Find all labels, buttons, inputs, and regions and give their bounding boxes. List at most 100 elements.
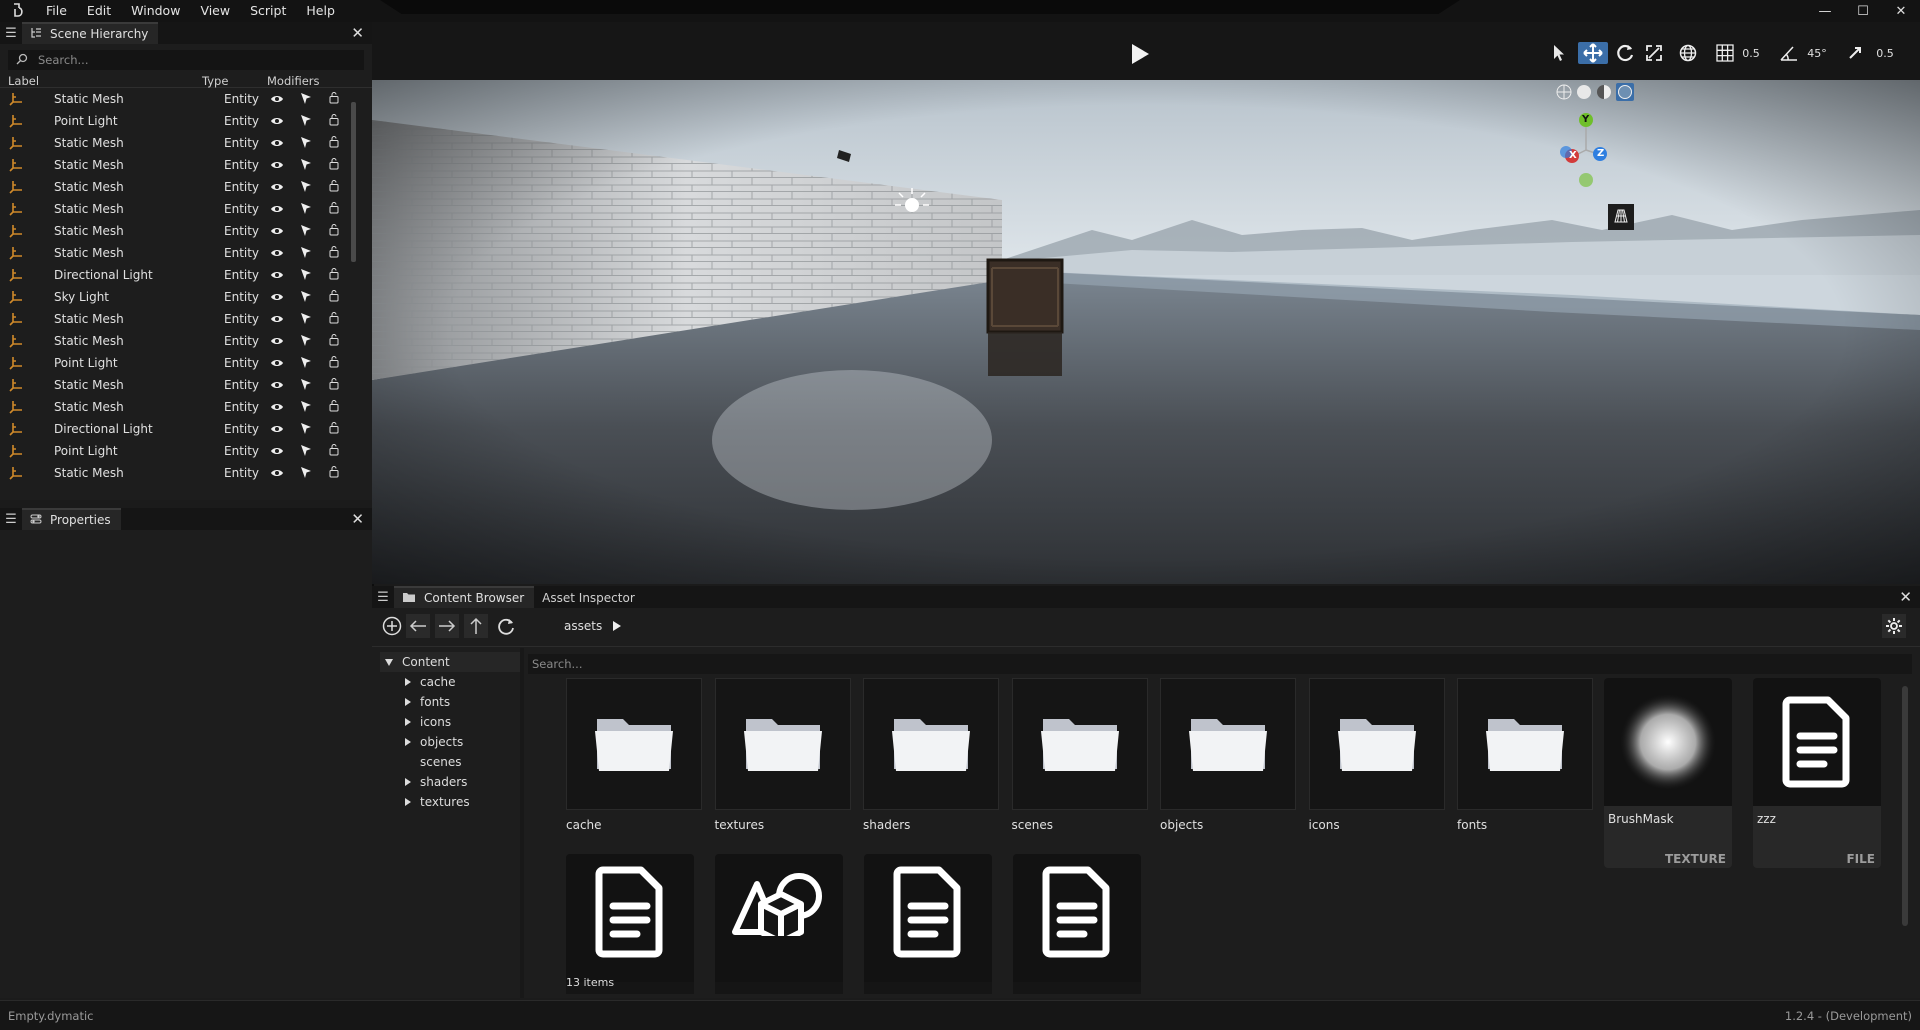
tab-scene-hierarchy[interactable]: Scene Hierarchy	[22, 22, 159, 44]
refresh-icon[interactable]	[494, 614, 518, 638]
maximize-icon[interactable]: ☐	[1844, 0, 1882, 22]
tree-item-objects[interactable]: objects	[380, 732, 520, 752]
hierarchy-row[interactable]: Static Mesh Entity	[0, 198, 372, 220]
close-panel-icon[interactable]: ✕	[1899, 588, 1912, 606]
tree-item-icons[interactable]: icons	[380, 712, 520, 732]
tab-content-browser[interactable]: Content Browser	[394, 586, 535, 608]
lock-icon[interactable]	[329, 311, 339, 327]
lock-icon[interactable]	[329, 377, 339, 393]
tree-item-scenes[interactable]: scenes	[380, 752, 520, 772]
hierarchy-row[interactable]: Static Mesh Entity	[0, 88, 372, 110]
visibility-eye-icon[interactable]	[270, 423, 284, 437]
menu-edit[interactable]: Edit	[77, 0, 121, 22]
settings-gear-icon[interactable]	[1882, 614, 1906, 638]
column-label[interactable]: Label	[8, 74, 39, 88]
snap-scale-value[interactable]: 0.5	[1870, 42, 1900, 64]
wireframe-shading-icon[interactable]	[1556, 84, 1572, 103]
lock-icon[interactable]	[329, 421, 339, 437]
hierarchy-row[interactable]: Static Mesh Entity	[0, 242, 372, 264]
visibility-eye-icon[interactable]	[270, 467, 284, 480]
play-button[interactable]	[1129, 42, 1151, 69]
visibility-eye-icon[interactable]	[270, 93, 284, 107]
up-directory-icon[interactable]	[464, 614, 488, 638]
breadcrumb-assets[interactable]: assets	[564, 619, 602, 633]
tree-splitter[interactable]	[520, 648, 524, 998]
breadcrumb-chevron-icon[interactable]	[612, 620, 622, 635]
close-icon[interactable]: ✕	[1882, 0, 1920, 22]
folder-card-icons[interactable]: icons	[1308, 678, 1445, 832]
hierarchy-row[interactable]: Static Mesh Entity	[0, 220, 372, 242]
rendered-shading-icon[interactable]	[1616, 83, 1634, 101]
visibility-eye-icon[interactable]	[270, 203, 284, 217]
selectable-cursor-icon[interactable]	[300, 378, 312, 394]
selectable-cursor-icon[interactable]	[300, 92, 312, 108]
lock-icon[interactable]	[329, 179, 339, 195]
asset-card[interactable]	[566, 854, 694, 994]
selectable-cursor-icon[interactable]	[300, 202, 312, 218]
expand-arrow-icon[interactable]	[404, 677, 412, 687]
expand-arrow-icon[interactable]	[404, 777, 412, 787]
panel-menu-icon[interactable]: ☰	[0, 26, 22, 41]
visibility-eye-icon[interactable]	[270, 335, 284, 349]
menu-script[interactable]: Script	[240, 0, 296, 22]
folder-card-objects[interactable]: objects	[1160, 678, 1296, 832]
visibility-eye-icon[interactable]	[270, 379, 284, 393]
tree-item-textures[interactable]: textures	[380, 792, 520, 812]
content-search-input[interactable]: Search...	[528, 654, 1912, 674]
scale-tool-icon[interactable]	[1642, 42, 1666, 64]
hierarchy-row[interactable]: Static Mesh Entity	[0, 396, 372, 418]
expand-arrow-icon[interactable]	[404, 717, 412, 727]
lock-icon[interactable]	[329, 223, 339, 239]
selectable-cursor-icon[interactable]	[300, 114, 312, 130]
visibility-eye-icon[interactable]	[270, 269, 284, 283]
tree-item-cache[interactable]: cache	[380, 672, 520, 692]
selectable-cursor-icon[interactable]	[300, 268, 312, 284]
expand-arrow-icon[interactable]	[404, 737, 412, 747]
panel-menu-icon[interactable]: ☰	[0, 512, 22, 527]
folder-card-textures[interactable]: textures	[714, 678, 851, 832]
hierarchy-scrollbar[interactable]	[351, 102, 356, 262]
close-panel-icon[interactable]: ✕	[351, 510, 364, 528]
selectable-cursor-icon[interactable]	[300, 290, 312, 306]
selectable-cursor-icon[interactable]	[300, 444, 312, 460]
add-asset-button[interactable]	[380, 614, 404, 638]
snap-translate-value[interactable]: 0.5	[1738, 42, 1764, 64]
lock-icon[interactable]	[329, 443, 339, 459]
lock-icon[interactable]	[329, 399, 339, 415]
lock-icon[interactable]	[329, 333, 339, 349]
asset-card-BrushMask[interactable]: BrushMask TEXTURE	[1604, 678, 1732, 868]
hierarchy-row[interactable]: Static Mesh Entity	[0, 330, 372, 352]
hierarchy-row[interactable]: Static Mesh Entity	[0, 308, 372, 330]
column-type[interactable]: Type	[202, 74, 228, 88]
expand-arrow-icon[interactable]	[404, 697, 412, 707]
tab-properties[interactable]: Properties	[22, 508, 121, 530]
asset-card[interactable]	[715, 854, 843, 994]
asset-grid-scrollbar[interactable]	[1902, 686, 1908, 926]
visibility-eye-icon[interactable]	[270, 225, 284, 239]
visibility-eye-icon[interactable]	[270, 181, 284, 195]
asset-card[interactable]	[864, 854, 992, 994]
world-space-icon[interactable]	[1676, 42, 1700, 64]
tab-asset-inspector[interactable]: Asset Inspector	[534, 586, 645, 608]
lock-icon[interactable]	[329, 157, 339, 173]
folder-card-scenes[interactable]: scenes	[1011, 678, 1148, 832]
tree-item-shaders[interactable]: shaders	[380, 772, 520, 792]
lock-icon[interactable]	[329, 289, 339, 305]
hierarchy-row[interactable]: Directional Light Entity	[0, 418, 372, 440]
selectable-cursor-icon[interactable]	[300, 180, 312, 196]
hierarchy-row[interactable]: Static Mesh Entity	[0, 462, 372, 480]
rotate-tool-icon[interactable]	[1612, 42, 1638, 64]
tree-item-fonts[interactable]: fonts	[380, 692, 520, 712]
selectable-cursor-icon[interactable]	[300, 158, 312, 174]
minimize-icon[interactable]: —	[1806, 0, 1844, 22]
solid-shading-icon[interactable]	[1576, 84, 1592, 103]
selectable-cursor-icon[interactable]	[300, 334, 312, 350]
back-arrow-icon[interactable]	[406, 614, 430, 638]
visibility-eye-icon[interactable]	[270, 401, 284, 415]
lock-icon[interactable]	[329, 201, 339, 217]
perspective-toggle-button[interactable]	[1608, 204, 1634, 230]
snap-rotate-value[interactable]: 45°	[1802, 42, 1832, 64]
selectable-cursor-icon[interactable]	[300, 136, 312, 152]
selectable-cursor-icon[interactable]	[300, 422, 312, 438]
visibility-eye-icon[interactable]	[270, 247, 284, 261]
